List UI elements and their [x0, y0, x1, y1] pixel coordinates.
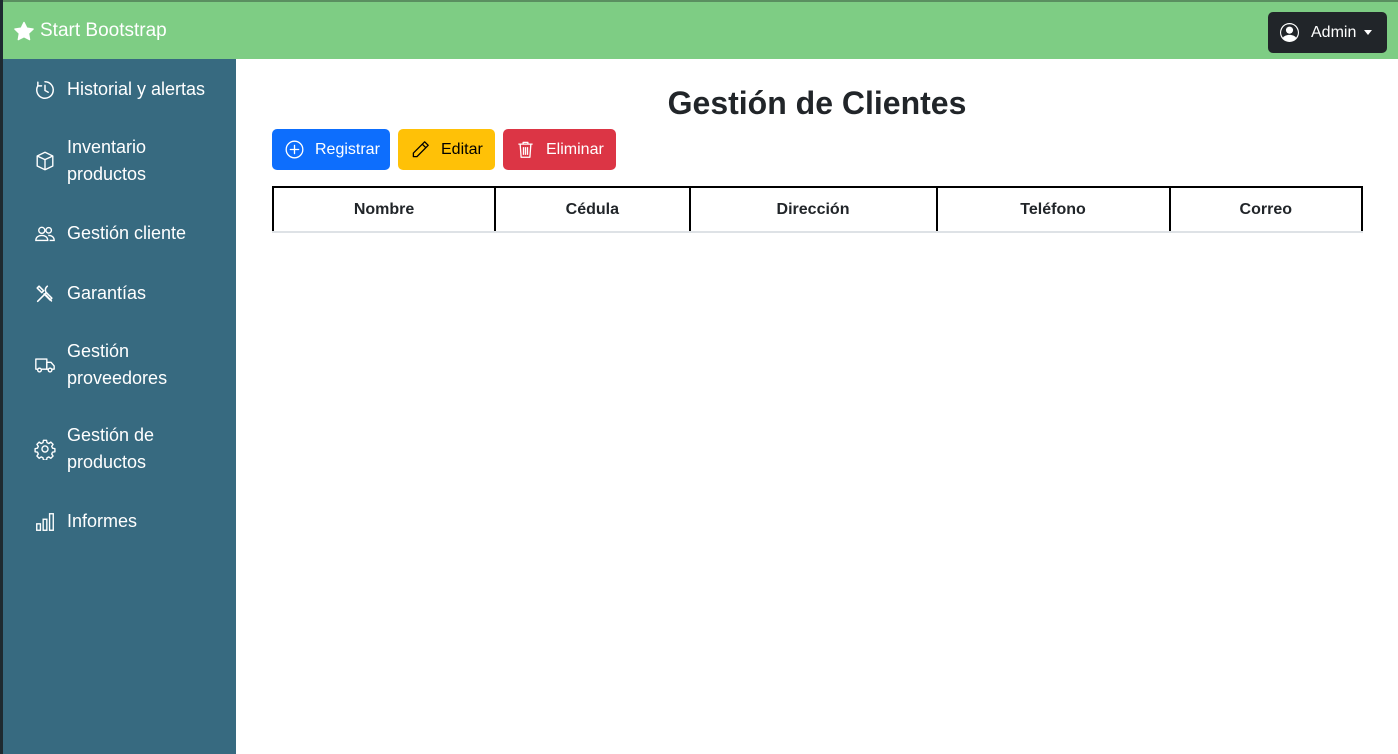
sidebar: Historial y alertas Inventario productos… — [0, 59, 236, 754]
column-header-cedula[interactable]: Cédula — [494, 186, 691, 233]
edit-button-label: Editar — [441, 140, 483, 158]
brand-link[interactable]: Start Bootstrap — [14, 20, 167, 42]
brand-label: Start Bootstrap — [40, 20, 167, 41]
register-button-label: Registrar — [315, 140, 380, 158]
delete-button-label: Eliminar — [546, 140, 604, 158]
column-header-direccion[interactable]: Dirección — [688, 186, 938, 233]
box-icon — [33, 150, 56, 173]
tools-icon — [33, 282, 56, 305]
people-icon — [33, 222, 56, 245]
gear-icon — [33, 438, 56, 461]
caret-down-icon — [1364, 30, 1373, 35]
sidebar-item-gestion-cliente[interactable]: Gestión cliente — [33, 220, 223, 247]
delete-button[interactable]: Eliminar — [503, 129, 616, 170]
sidebar-item-inventario[interactable]: Inventario productos — [33, 134, 223, 188]
sidebar-item-informes[interactable]: Informes — [33, 508, 223, 535]
sidebar-item-label: Gestión cliente — [67, 223, 187, 243]
page-title: Gestión de Clientes — [667, 85, 967, 121]
clock-history-icon — [33, 78, 56, 101]
star-icon — [14, 21, 34, 41]
plus-circle-icon — [285, 140, 304, 159]
column-header-nombre[interactable]: Nombre — [271, 186, 497, 233]
user-menu-label: Admin — [1311, 23, 1357, 41]
column-header-correo[interactable]: Correo — [1168, 186, 1364, 233]
register-button[interactable]: Registrar — [272, 129, 390, 170]
sidebar-item-proveedores[interactable]: Gestión proveedores — [33, 338, 223, 392]
sidebar-item-gestion-productos[interactable]: Gestión de productos — [33, 422, 223, 476]
window-edge — [0, 0, 3, 754]
truck-icon — [33, 354, 56, 377]
user-menu-button[interactable]: Admin — [1268, 12, 1387, 53]
pencil-icon — [412, 141, 429, 158]
bar-chart-icon — [33, 510, 56, 533]
sidebar-item-label: Informes — [67, 511, 138, 531]
sidebar-item-historial[interactable]: Historial y alertas — [33, 76, 223, 103]
sidebar-item-label: Gestión proveedores — [67, 341, 168, 388]
clients-table: Nombre Cédula Dirección Teléfono Correo — [271, 186, 1364, 233]
user-circle-icon — [1280, 23, 1299, 42]
top-navbar: Start Bootstrap Admin — [0, 0, 1398, 59]
sidebar-item-garantias[interactable]: Garantías — [33, 280, 223, 307]
sidebar-item-label: Garantías — [67, 283, 147, 303]
edit-button[interactable]: Editar — [398, 129, 495, 170]
sidebar-item-label: Gestión de productos — [67, 425, 155, 472]
trash-icon — [518, 141, 533, 158]
table-header-row: Nombre Cédula Dirección Teléfono Correo — [271, 186, 1364, 233]
sidebar-item-label: Inventario productos — [67, 137, 147, 184]
sidebar-item-label: Historial y alertas — [67, 79, 206, 99]
column-header-telefono[interactable]: Teléfono — [935, 186, 1171, 233]
